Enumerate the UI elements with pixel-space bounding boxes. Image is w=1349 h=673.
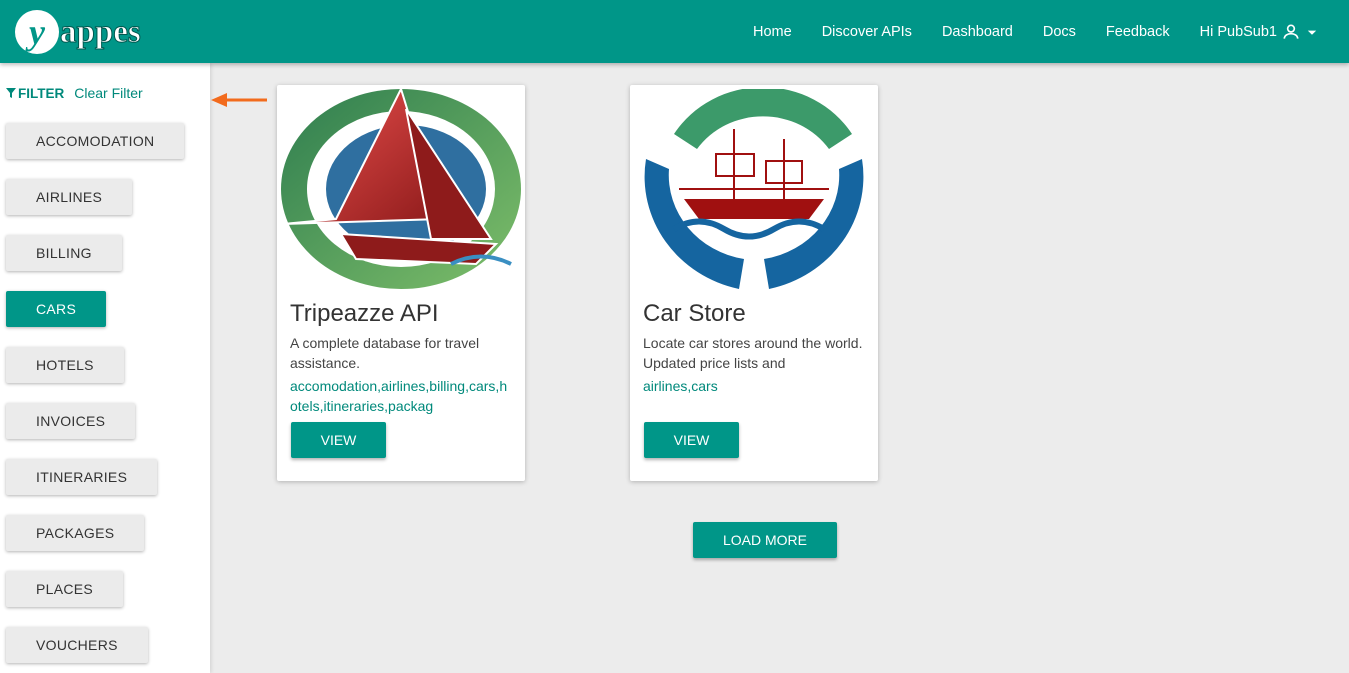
card-tags: airlines,cars [643,378,718,394]
category-button-places[interactable]: PLACES [6,571,124,607]
view-button[interactable]: VIEW [291,422,386,458]
filter-sidebar: FILTER Clear Filter ACCOMODATION AIRLINES… [0,63,210,673]
card-title[interactable]: Car Store [643,300,746,328]
top-navbar: y appes Home Discover APIs Dashboard Doc… [0,0,1349,63]
nav-docs[interactable]: Docs [1043,24,1076,40]
nav-feedback[interactable]: Feedback [1106,24,1170,40]
svg-text:appes: appes [60,14,141,50]
category-button-billing[interactable]: BILLING [6,235,122,271]
card-description: A complete database for travel assistanc… [290,335,480,371]
nav-dashboard[interactable]: Dashboard [942,24,1013,40]
category-button-vouchers[interactable]: VOUCHERS [6,627,148,663]
main-nav: Home Discover APIs Dashboard Docs Feedba… [723,0,1319,63]
yappes-logo[interactable]: y appes [14,9,168,55]
sailboat-logo-icon [281,89,521,289]
filter-header: FILTER Clear Filter [6,85,143,101]
category-button-packages[interactable]: PACKAGES [6,515,145,551]
load-more-button[interactable]: LOAD MORE [693,522,837,558]
user-menu[interactable]: Hi PubSub1 [1200,22,1319,42]
api-card: Car Store Locate car stores around the w… [630,85,878,481]
card-description: Locate car stores around the world. Upda… [643,335,863,371]
category-button-itineraries[interactable]: ITINERARIES [6,459,158,495]
funnel-icon [6,88,16,98]
category-button-cars[interactable]: CARS [6,291,107,327]
caret-down-icon [1307,30,1317,35]
category-button-accomodation[interactable]: ACCOMODATION [6,123,185,159]
category-button-airlines[interactable]: AIRLINES [6,179,133,215]
ship-logo-icon [644,89,864,289]
nav-discover-apis[interactable]: Discover APIs [822,24,912,40]
user-greeting: Hi PubSub1 [1199,23,1277,40]
category-button-invoices[interactable]: INVOICES [6,403,136,439]
card-tags: accomodation,airlines,billing,cars,hotel… [290,378,508,414]
clear-filter-link[interactable]: Clear Filter [74,85,142,101]
filter-title: FILTER [6,86,64,101]
annotation-arrow-icon [211,93,267,107]
api-card: Tripeazze API A complete database for tr… [277,85,525,481]
filter-label: FILTER [18,85,65,101]
view-button[interactable]: VIEW [644,422,739,458]
nav-home[interactable]: Home [753,24,792,40]
user-icon [1283,24,1299,39]
card-title[interactable]: Tripeazze API [290,300,439,328]
category-button-hotels[interactable]: HOTELS [6,347,124,383]
svg-text:y: y [25,12,46,52]
